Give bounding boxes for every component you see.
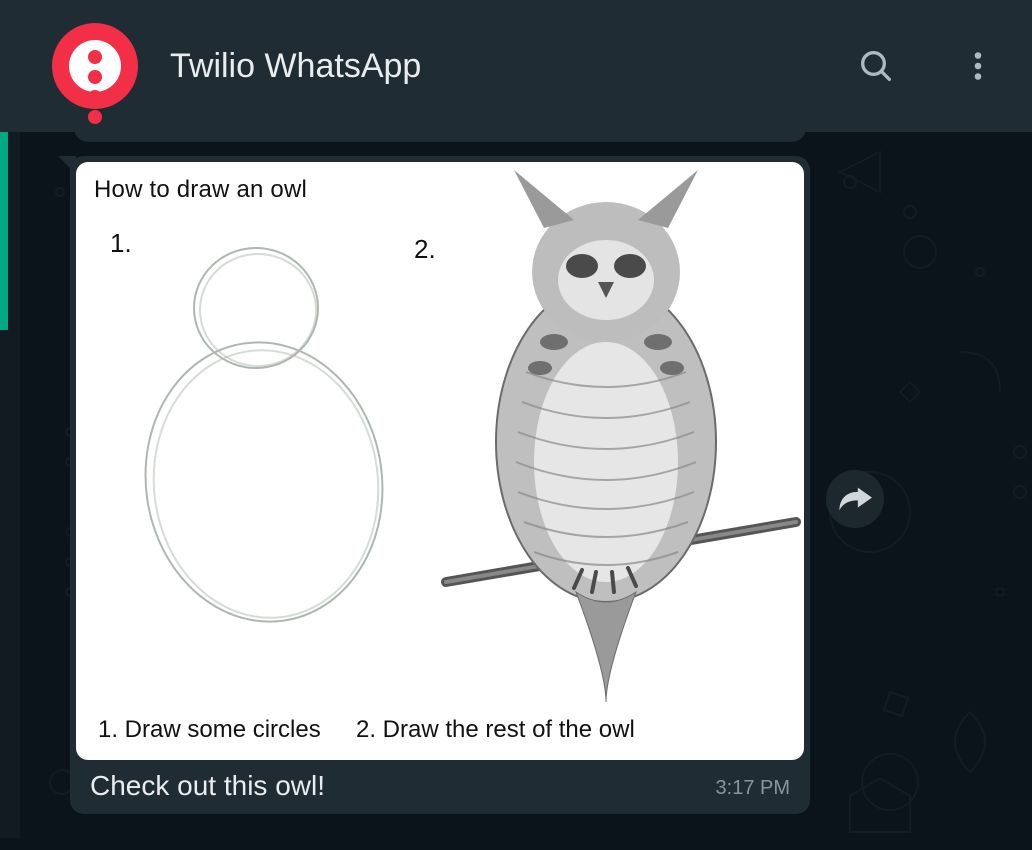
message-image-attachment[interactable]: How to draw an owl 1. 2. — [76, 162, 804, 760]
chat-area: How to draw an owl 1. 2. — [20, 132, 1032, 850]
twilio-logo-icon — [69, 40, 121, 92]
attachment-step-2-owl-drawing — [406, 162, 804, 722]
message-text-row: Check out this owl! 3:17 PM — [76, 760, 804, 804]
contact-avatar[interactable] — [52, 23, 138, 109]
message-text: Check out this owl! — [90, 770, 700, 802]
header-actions — [856, 46, 996, 86]
attachment-step-1-sketch — [106, 222, 406, 692]
sidebar-active-indicator — [0, 132, 8, 330]
search-icon[interactable] — [856, 46, 896, 86]
chat-title[interactable]: Twilio WhatsApp — [170, 47, 856, 86]
attachment-caption-1: 1. Draw some circles — [98, 716, 321, 744]
chat-header: Twilio WhatsApp — [0, 0, 1032, 132]
message-timestamp: 3:17 PM — [716, 777, 790, 802]
forward-button[interactable] — [826, 470, 884, 528]
kebab-menu-icon[interactable] — [960, 48, 996, 84]
previous-message-bubble-edge — [74, 132, 806, 142]
forward-icon — [838, 482, 872, 516]
attachment-title: How to draw an owl — [94, 176, 307, 204]
attachment-caption-2: 2. Draw the rest of the owl — [356, 716, 635, 744]
incoming-message-bubble[interactable]: How to draw an owl 1. 2. — [70, 156, 810, 814]
